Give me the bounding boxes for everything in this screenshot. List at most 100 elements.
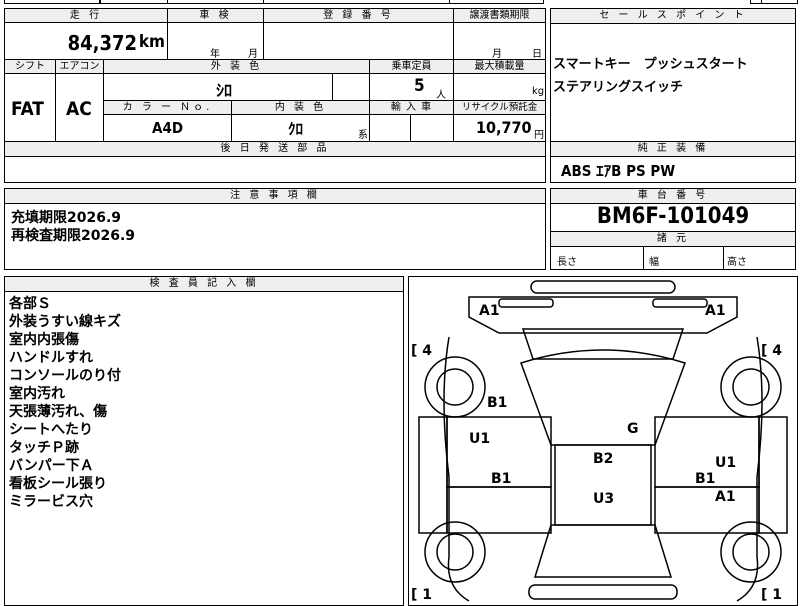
sales-point-header: セ ー ル ス ポ イ ン ト — [551, 9, 795, 24]
color-no-header: カ ラ ー Ｎｏ. — [103, 100, 231, 115]
mark-b1-hood-left: B1 — [487, 395, 507, 411]
registration-header: 登 録 番 号 — [263, 9, 453, 23]
specs-header: 諸 元 — [551, 231, 795, 247]
wheel-rr — [720, 521, 782, 583]
exterior-color-header: 外 装 色 — [103, 60, 369, 74]
transfer-header: 譲渡書類期限 — [453, 9, 545, 23]
car-diagram-box: A1 A1 [ 4 [ 4 B1 G U1 B1 B2 U3 U1 B1 A1 … — [408, 276, 798, 606]
mileage-unit: km — [138, 32, 165, 52]
shaken-cell: 年 月 — [167, 23, 263, 60]
registration-cell — [263, 23, 453, 59]
door-rl — [446, 486, 552, 534]
interior-color-value: ｸﾛ — [288, 120, 304, 138]
mark-tire-rr: [ 1 — [761, 587, 782, 603]
recycle-header: リサイクル預託金 — [453, 100, 545, 115]
specs-width-label: 幅 — [649, 257, 659, 268]
max-load-cell: kg — [453, 74, 545, 100]
inspector-line-6: 室内汚れ — [9, 386, 65, 402]
inspector-line-1: 各部Ｓ — [9, 296, 51, 312]
shaken-month-label: 月 — [248, 49, 258, 60]
import-cell — [369, 115, 453, 141]
later-parts-box: 後 日 発 送 部 品 — [4, 141, 546, 183]
inspector-line-10: バンパー下Ａ — [9, 458, 94, 474]
max-load-header: 最大積載量 — [453, 60, 545, 74]
specs-length-label: 長さ — [557, 257, 577, 268]
sales-point-box: セ ー ル ス ポ イ ン ト スマートキー プッシュスタート ステアリングスイ… — [550, 8, 796, 142]
inspector-line-4: ハンドルすれ — [9, 350, 93, 366]
chassis-header: 車 台 番 号 — [551, 189, 795, 204]
hood-outline — [468, 296, 738, 334]
genuine-equipment-header: 純 正 装 備 — [551, 142, 795, 157]
mark-b1-right: B1 — [695, 471, 715, 487]
inspector-line-12: ミラービス穴 — [9, 494, 93, 510]
top-strip-left — [4, 0, 100, 4]
capacity-value: 5 — [414, 76, 425, 96]
caution-line-2: 再検査期限2026.9 — [11, 228, 136, 244]
specs-height-label: 高さ — [727, 257, 747, 268]
shift-value: FAT — [11, 98, 44, 120]
rear-bumper-shape — [528, 584, 678, 600]
recycle-cell: 10,770 円 — [453, 115, 545, 141]
mark-tire-fr: [ 4 — [761, 343, 782, 359]
vehicle-info-table: 走 行 車 検 登 録 番 号 譲渡書類期限 84,372 km 年 月 月 日… — [4, 8, 546, 142]
mark-b2-roof: B2 — [593, 451, 613, 467]
capacity-unit: 人 — [436, 90, 446, 101]
front-bumper-shape — [530, 280, 676, 294]
inspector-line-9: タッチＰ跡 — [9, 440, 79, 456]
inspector-header: 検 査 員 記 入 欄 — [5, 277, 403, 292]
mark-tire-fl: [ 4 — [411, 343, 432, 359]
mark-tire-rl: [ 1 — [411, 587, 432, 603]
mark-b1-left: B1 — [491, 471, 511, 487]
max-load-unit: kg — [532, 86, 545, 97]
genuine-equipment-box: 純 正 装 備 ABS ｴｱB PS PW — [550, 141, 796, 183]
interior-color-cell: ｸﾛ 系 — [231, 115, 369, 141]
exterior-color-cell: ｼﾛ — [103, 74, 369, 100]
wheel-fl — [424, 356, 486, 418]
mark-u1-left: U1 — [469, 431, 490, 447]
chassis-value: BM6F-101049 — [596, 204, 750, 229]
recycle-value: 10,770 — [476, 118, 532, 137]
color-no-cell: A4D — [103, 115, 231, 141]
top-strip-mid — [100, 0, 544, 4]
transfer-day-label: 日 — [532, 49, 542, 60]
shift-header: シフト — [5, 60, 55, 74]
interior-color-suffix: 系 — [358, 130, 368, 141]
capacity-header: 乗車定員 — [369, 60, 453, 74]
transfer-cell: 月 日 — [453, 23, 545, 60]
rear-window — [533, 524, 673, 578]
door-rr — [654, 486, 760, 534]
mark-a1-right: A1 — [705, 303, 726, 319]
caution-box: 注 意 事 項 欄 充填期限2026.9 再検査期限2026.9 — [4, 188, 546, 270]
exterior-color-value: ｼﾛ — [216, 81, 233, 100]
inspector-line-2: 外装うすい線キズ — [9, 314, 121, 330]
mark-g-window: G — [627, 421, 639, 437]
mark-u3-roof: U3 — [593, 491, 614, 507]
mileage-cell: 84,372 km — [5, 23, 167, 59]
top-strip-right — [750, 0, 798, 4]
aircon-cell: AC — [55, 74, 103, 141]
shaken-year-label: 年 — [210, 49, 220, 60]
cabin-top — [520, 349, 686, 446]
inspector-line-3: 室内内張傷 — [9, 332, 79, 348]
chassis-box: 車 台 番 号 BM6F-101049 諸 元 長さ 幅 高さ — [550, 188, 796, 270]
recycle-unit: 円 — [534, 130, 544, 141]
aircon-header: エアコン — [55, 60, 103, 74]
front-grille-shape — [498, 298, 554, 308]
import-header: 輸 入 車 — [369, 100, 453, 115]
inspector-line-5: コンソールのり付 — [9, 368, 121, 384]
inspector-line-8: シートへたり — [9, 422, 93, 438]
aircon-value: AC — [66, 98, 92, 120]
caution-header: 注 意 事 項 欄 — [5, 189, 545, 204]
caution-line-1: 充填期限2026.9 — [11, 210, 122, 226]
sales-point-line-2: ステアリングスイッチ — [553, 80, 684, 95]
shaken-header: 車 検 — [167, 9, 263, 23]
inspector-box: 検 査 員 記 入 欄 各部Ｓ 外装うすい線キズ 室内内張傷 ハンドルすれ コン… — [4, 276, 404, 606]
mark-a1-left: A1 — [479, 303, 500, 319]
front-grille-shape-right — [652, 298, 708, 308]
car-diagram: A1 A1 [ 4 [ 4 B1 G U1 B1 B2 U3 U1 B1 A1 … — [411, 280, 788, 603]
mark-a1-right-door: A1 — [715, 489, 736, 505]
wheel-fr — [720, 356, 782, 418]
mileage-header: 走 行 — [5, 9, 167, 23]
color-no-value: A4D — [152, 119, 184, 137]
genuine-equipment-value: ABS ｴｱB PS PW — [561, 162, 676, 180]
